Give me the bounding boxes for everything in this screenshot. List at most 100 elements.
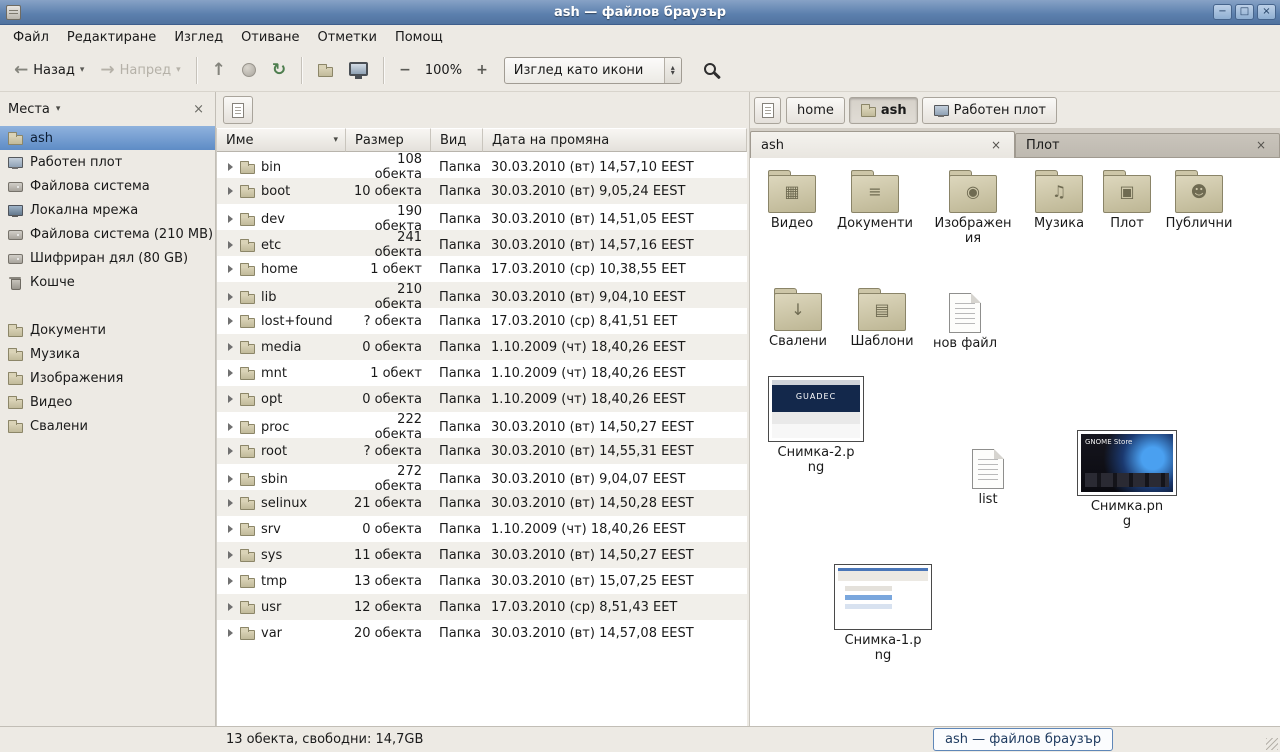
- tab[interactable]: Плот ×: [1015, 133, 1280, 157]
- table-row[interactable]: srv 0 обекта Папка 1.10.2009 (чт) 18,40,…: [217, 516, 747, 542]
- search-button[interactable]: [694, 56, 730, 84]
- expander-icon[interactable]: [228, 395, 233, 403]
- view-mode-spin[interactable]: ▴ ▾: [664, 58, 681, 83]
- maximize-button[interactable]: □: [1235, 4, 1254, 20]
- home-button[interactable]: [309, 57, 341, 83]
- menu-item[interactable]: Отиване: [232, 27, 308, 48]
- table-row[interactable]: var 20 обекта Папка 30.03.2010 (вт) 14,5…: [217, 620, 747, 646]
- icon-view-item[interactable]: Снимка-1.png: [833, 564, 933, 664]
- table-row[interactable]: boot 10 обекта Папка 30.03.2010 (вт) 9,0…: [217, 178, 747, 204]
- expander-icon[interactable]: [228, 293, 233, 301]
- menu-item[interactable]: Изглед: [165, 27, 232, 48]
- toggle-location-entry-button[interactable]: [223, 96, 253, 124]
- sidebar-item[interactable]: Кошче: [0, 270, 215, 294]
- titlebar[interactable]: ash — файлов браузър − □ ×: [0, 0, 1280, 25]
- sidebar-item[interactable]: Документи: [0, 318, 215, 342]
- column-header-type[interactable]: Вид: [431, 128, 483, 152]
- sidebar-item[interactable]: Файлова система (210 MB): [0, 222, 215, 246]
- sidebar-title[interactable]: Места: [8, 102, 50, 117]
- expander-icon[interactable]: [228, 215, 233, 223]
- expander-icon[interactable]: [228, 423, 233, 431]
- computer-button[interactable]: [341, 57, 376, 84]
- tab-close-icon[interactable]: ×: [988, 138, 1004, 153]
- table-row[interactable]: home 1 обект Папка 17.03.2010 (ср) 10,38…: [217, 256, 747, 282]
- menu-item[interactable]: Файл: [4, 27, 58, 48]
- expander-icon[interactable]: [228, 241, 233, 249]
- table-row[interactable]: etc 241 обекта Папка 30.03.2010 (вт) 14,…: [217, 230, 747, 256]
- table-row[interactable]: proc 222 обекта Папка 30.03.2010 (вт) 14…: [217, 412, 747, 438]
- tab[interactable]: ash ×: [750, 131, 1015, 158]
- sidebar-item[interactable]: Свалени: [0, 414, 215, 438]
- expander-icon[interactable]: [228, 603, 233, 611]
- pathbar-button[interactable]: Работен плот: [922, 97, 1057, 124]
- table-row[interactable]: sbin 272 обекта Папка 30.03.2010 (вт) 9,…: [217, 464, 747, 490]
- table-row[interactable]: root ? обекта Папка 30.03.2010 (вт) 14,5…: [217, 438, 747, 464]
- sidebar-item[interactable]: Файлова система: [0, 174, 215, 198]
- expander-icon[interactable]: [228, 577, 233, 585]
- table-row[interactable]: lib 210 обекта Папка 30.03.2010 (вт) 9,0…: [217, 282, 747, 308]
- expander-icon[interactable]: [228, 187, 233, 195]
- sidebar-item[interactable]: Изображения: [0, 366, 215, 390]
- table-row[interactable]: sys 11 обекта Папка 30.03.2010 (вт) 14,5…: [217, 542, 747, 568]
- expander-icon[interactable]: [228, 343, 233, 351]
- sidebar-item[interactable]: Локална мрежа: [0, 198, 215, 222]
- table-row[interactable]: opt 0 обекта Папка 1.10.2009 (чт) 18,40,…: [217, 386, 747, 412]
- up-button[interactable]: ↑: [204, 57, 234, 84]
- sidebar-dropdown-icon[interactable]: ▾: [56, 104, 61, 114]
- sidebar-item[interactable]: Видео: [0, 390, 215, 414]
- expander-icon[interactable]: [228, 369, 233, 377]
- icon-view-item[interactable]: ▤ Шаблони: [840, 286, 924, 350]
- table-row[interactable]: usr 12 обекта Папка 17.03.2010 (ср) 8,51…: [217, 594, 747, 620]
- icon-view-item[interactable]: ▦ Видео: [750, 168, 834, 232]
- stop-button[interactable]: [234, 58, 264, 82]
- icon-view-item[interactable]: ↓ Свалени: [756, 286, 840, 350]
- minimize-button[interactable]: −: [1213, 4, 1232, 20]
- pathbar-button[interactable]: home: [786, 97, 845, 124]
- table-row[interactable]: bin 108 обекта Папка 30.03.2010 (вт) 14,…: [217, 152, 747, 178]
- tab-close-icon[interactable]: ×: [1253, 138, 1269, 153]
- expander-icon[interactable]: [228, 163, 233, 171]
- back-button[interactable]: ← Назад ▾: [6, 57, 92, 84]
- icon-view-item[interactable]: ≡ Документи: [833, 168, 917, 232]
- icon-view-item[interactable]: GUADEC Снимка-2.png: [766, 376, 866, 476]
- sidebar-close-icon[interactable]: ×: [190, 102, 207, 117]
- table-row[interactable]: tmp 13 обекта Папка 30.03.2010 (вт) 15,0…: [217, 568, 747, 594]
- column-header-size[interactable]: Размер: [346, 128, 431, 152]
- expander-icon[interactable]: [228, 499, 233, 507]
- sidebar-item[interactable]: Работен плот: [0, 150, 215, 174]
- column-header-date[interactable]: Дата на промяна: [483, 128, 747, 152]
- icon-view[interactable]: ▦ Видео: [750, 158, 1280, 726]
- expander-icon[interactable]: [228, 317, 233, 325]
- column-header-name[interactable]: Име ▾: [217, 128, 346, 152]
- table-row[interactable]: lost+found ? обекта Папка 17.03.2010 (ср…: [217, 308, 747, 334]
- expander-icon[interactable]: [228, 447, 233, 455]
- table-row[interactable]: media 0 обекта Папка 1.10.2009 (чт) 18,4…: [217, 334, 747, 360]
- expander-icon[interactable]: [228, 265, 233, 273]
- icon-view-item[interactable]: нов файл: [923, 288, 1007, 352]
- back-history-dropdown-icon[interactable]: ▾: [80, 65, 85, 75]
- table-row[interactable]: selinux 21 обекта Папка 30.03.2010 (вт) …: [217, 490, 747, 516]
- icon-view-item[interactable]: ◉ Изображения: [931, 168, 1015, 247]
- menu-item[interactable]: Помощ: [386, 27, 452, 48]
- sidebar-item[interactable]: [0, 294, 215, 318]
- resize-grip[interactable]: [1266, 738, 1278, 750]
- reload-button[interactable]: ↻: [264, 57, 294, 84]
- icon-view-item[interactable]: list: [946, 444, 1030, 508]
- zoom-out-button[interactable]: −: [391, 58, 419, 82]
- menu-item[interactable]: Редактиране: [58, 27, 165, 48]
- expander-icon[interactable]: [228, 525, 233, 533]
- expander-icon[interactable]: [228, 551, 233, 559]
- menu-item[interactable]: Отметки: [308, 27, 385, 48]
- close-button[interactable]: ×: [1257, 4, 1276, 20]
- icon-view-item[interactable]: GNOME Store Снимка.png: [1077, 430, 1177, 530]
- pathbar-root-button[interactable]: [754, 97, 781, 124]
- table-row[interactable]: mnt 1 обект Папка 1.10.2009 (чт) 18,40,2…: [217, 360, 747, 386]
- pathbar-button[interactable]: ash: [849, 97, 918, 124]
- forward-button[interactable]: → Напред ▾: [92, 57, 188, 84]
- table-row[interactable]: dev 190 обекта Папка 30.03.2010 (вт) 14,…: [217, 204, 747, 230]
- view-mode-select[interactable]: Изглед като икони ▴ ▾: [504, 57, 682, 84]
- zoom-in-button[interactable]: +: [468, 58, 496, 82]
- expander-icon[interactable]: [228, 629, 233, 637]
- icon-view-item[interactable]: ☻ Публични: [1157, 168, 1241, 232]
- sidebar-item[interactable]: Шифриран дял (80 GB): [0, 246, 215, 270]
